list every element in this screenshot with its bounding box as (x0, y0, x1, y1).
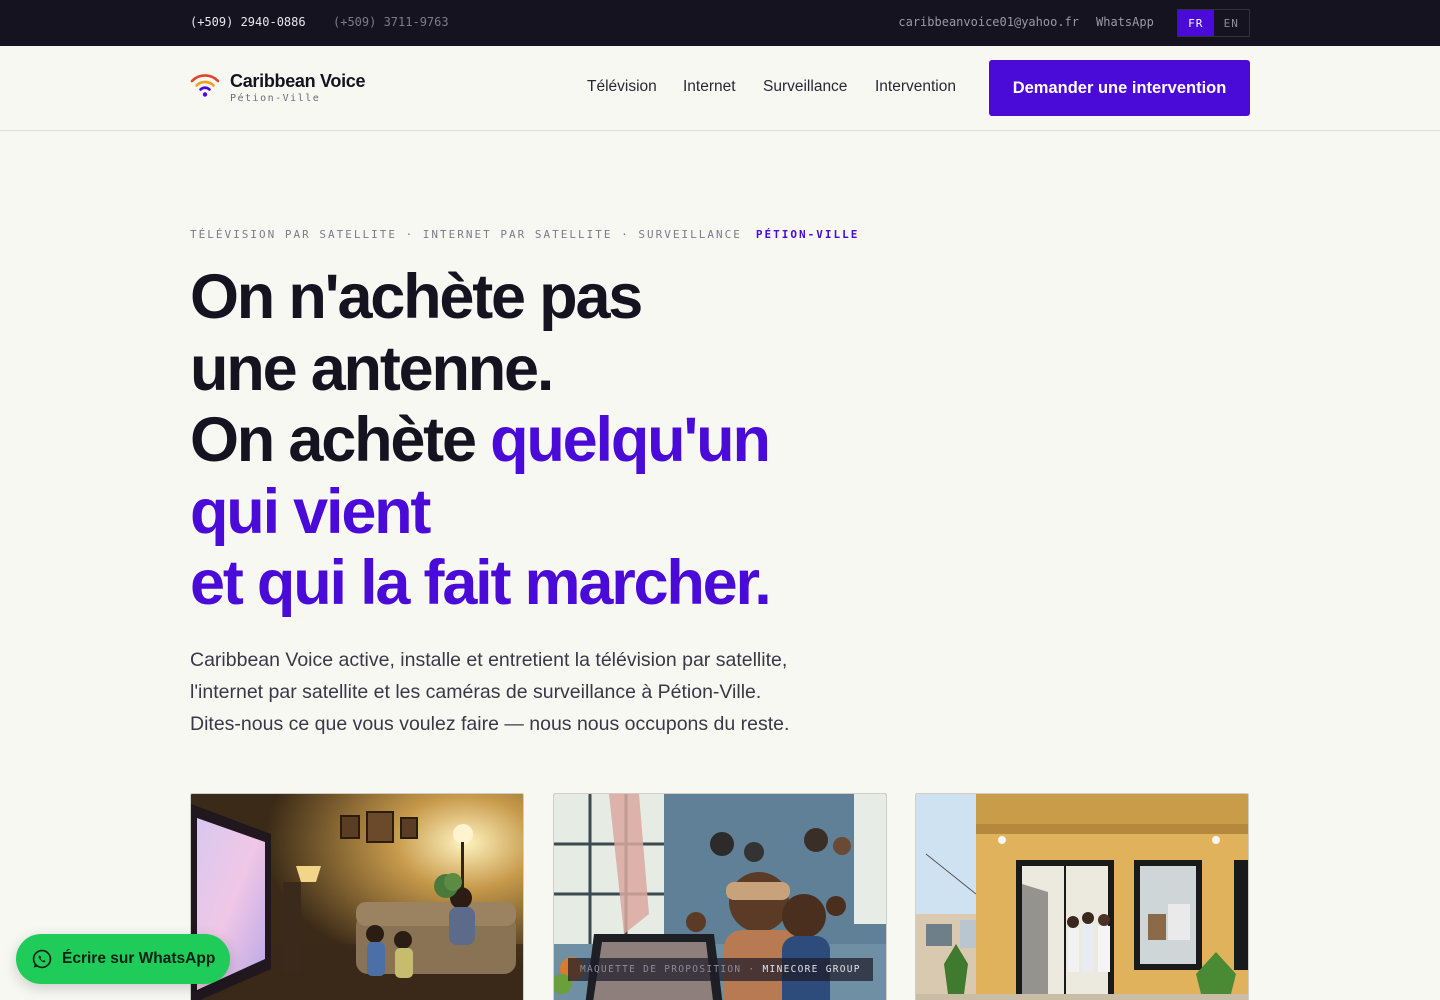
headline-line-2: une antenne. (190, 333, 554, 404)
nav-intervention[interactable]: Intervention (875, 78, 956, 96)
phone-secondary-link[interactable]: (+509) 3711-9763 (333, 15, 449, 29)
email-link[interactable]: caribbeanvoice01@yahoo.fr (898, 15, 1079, 29)
service-card-internet[interactable]: MAQUETTE DE PROPOSITION · MINECORE GROUP (553, 793, 887, 1000)
site-header: Caribbean Voice Pétion-Ville Télévision … (0, 46, 1440, 131)
badge-prefix: MAQUETTE DE PROPOSITION · (580, 964, 756, 975)
hero-eyebrow: TÉLÉVISION PAR SATELLITE · INTERNET PAR … (190, 228, 859, 241)
nav-internet[interactable]: Internet (683, 78, 736, 96)
language-switcher: FR EN (1177, 9, 1250, 37)
lead-line-3: Dites-nous ce que vous voulez faire — no… (190, 713, 790, 735)
badge-brand: MINECORE GROUP (762, 964, 861, 975)
lang-en-button[interactable]: EN (1214, 10, 1250, 36)
lead-line-1: Caribbean Voice active, installe et entr… (190, 649, 788, 671)
whatsapp-chat-button[interactable]: Écrire sur WhatsApp (16, 934, 230, 984)
lang-fr-button[interactable]: FR (1178, 10, 1214, 36)
headline-line-3: On achète (190, 405, 491, 475)
whatsapp-icon (32, 949, 52, 969)
whatsapp-chat-label: Écrire sur WhatsApp (62, 950, 216, 967)
headline-accent-2: qui vient (190, 476, 431, 547)
request-intervention-button[interactable]: Demander une intervention (989, 60, 1250, 116)
top-bar: (+509) 2940-0886 (+509) 3711-9763 caribb… (0, 0, 1440, 46)
hero-lead: Caribbean Voice active, installe et entr… (190, 644, 870, 740)
brand-name[interactable]: Caribbean Voice (230, 71, 366, 92)
television-photo (191, 794, 523, 1000)
headline-line-1: On n'achète pas (190, 262, 643, 332)
brand-location: Pétion-Ville (230, 93, 321, 104)
hero-headline: On n'achète pas une antenne. On achète q… (190, 262, 772, 620)
eyebrow-city: PÉTION-VILLE (755, 228, 860, 241)
wifi-logo-icon[interactable] (190, 72, 220, 98)
nav-television[interactable]: Télévision (587, 78, 657, 96)
mockup-badge: MAQUETTE DE PROPOSITION · MINECORE GROUP (568, 958, 873, 981)
service-card-surveillance[interactable] (915, 793, 1249, 1000)
phone-primary-link[interactable]: (+509) 2940-0886 (190, 15, 306, 29)
headline-accent-1: quelqu'un (490, 405, 771, 475)
eyebrow-services: TÉLÉVISION PAR SATELLITE · INTERNET PAR … (190, 228, 742, 241)
headline-accent-3: et qui la fait marcher. (190, 548, 772, 618)
whatsapp-link[interactable]: WhatsApp (1096, 15, 1154, 29)
service-card-television[interactable] (190, 793, 524, 1000)
lead-line-2: l'internet par satellite et les caméras … (190, 681, 762, 703)
surveillance-photo (916, 794, 1248, 1000)
nav-surveillance[interactable]: Surveillance (763, 78, 847, 96)
